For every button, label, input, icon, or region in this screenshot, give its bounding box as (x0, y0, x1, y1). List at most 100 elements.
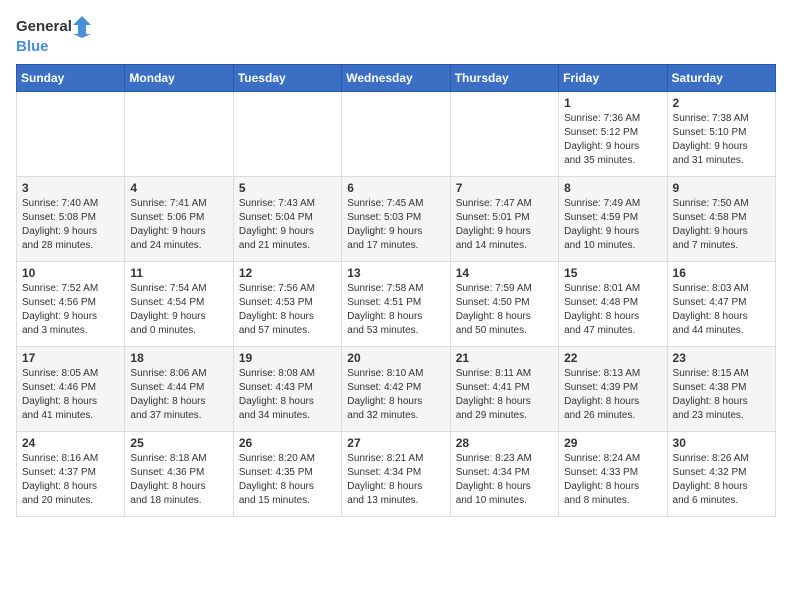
weekday-header-row: SundayMondayTuesdayWednesdayThursdayFrid… (17, 64, 776, 91)
day-number: 9 (673, 181, 770, 195)
day-info: Sunrise: 7:38 AM Sunset: 5:10 PM Dayligh… (673, 112, 770, 168)
day-number: 19 (239, 351, 336, 365)
week-row-2: 3 Sunrise: 7:40 AM Sunset: 5:08 PM Daylig… (17, 176, 776, 261)
calendar-cell (450, 91, 558, 176)
day-number: 2 (673, 96, 770, 110)
day-number: 26 (239, 436, 336, 450)
weekday-header-friday: Friday (559, 64, 667, 91)
day-number: 7 (456, 181, 553, 195)
calendar-cell: 26 Sunrise: 8:20 AM Sunset: 4:35 PM Dayli… (233, 431, 341, 516)
day-info: Sunrise: 8:20 AM Sunset: 4:35 PM Dayligh… (239, 452, 336, 508)
day-info: Sunrise: 8:16 AM Sunset: 4:37 PM Dayligh… (22, 452, 119, 508)
calendar-cell: 28 Sunrise: 8:23 AM Sunset: 4:34 PM Dayli… (450, 431, 558, 516)
day-number: 4 (130, 181, 227, 195)
day-info: Sunrise: 7:47 AM Sunset: 5:01 PM Dayligh… (456, 197, 553, 253)
logo-arrow-icon (73, 16, 91, 38)
calendar-table: SundayMondayTuesdayWednesdayThursdayFrid… (16, 64, 776, 517)
calendar-cell: 18 Sunrise: 8:06 AM Sunset: 4:44 PM Dayli… (125, 346, 233, 431)
calendar-cell: 24 Sunrise: 8:16 AM Sunset: 4:37 PM Dayli… (17, 431, 125, 516)
header: General Blue (16, 16, 776, 56)
day-number: 22 (564, 351, 661, 365)
calendar-cell: 15 Sunrise: 8:01 AM Sunset: 4:48 PM Dayli… (559, 261, 667, 346)
day-info: Sunrise: 7:40 AM Sunset: 5:08 PM Dayligh… (22, 197, 119, 253)
day-info: Sunrise: 7:56 AM Sunset: 4:53 PM Dayligh… (239, 282, 336, 338)
day-number: 21 (456, 351, 553, 365)
logo: General Blue (16, 16, 91, 56)
calendar-cell: 27 Sunrise: 8:21 AM Sunset: 4:34 PM Dayli… (342, 431, 450, 516)
day-number: 17 (22, 351, 119, 365)
week-row-3: 10Sunrise: 7:52 AM Sunset: 4:56 PM Dayli… (17, 261, 776, 346)
calendar-cell: 9 Sunrise: 7:50 AM Sunset: 4:58 PM Daylig… (667, 176, 775, 261)
calendar-cell: 13 Sunrise: 7:58 AM Sunset: 4:51 PM Dayli… (342, 261, 450, 346)
calendar-cell: 22Sunrise: 8:13 AM Sunset: 4:39 PM Dayli… (559, 346, 667, 431)
day-number: 1 (564, 96, 661, 110)
day-info: Sunrise: 8:21 AM Sunset: 4:34 PM Dayligh… (347, 452, 444, 508)
day-number: 6 (347, 181, 444, 195)
day-info: Sunrise: 8:03 AM Sunset: 4:47 PM Dayligh… (673, 282, 770, 338)
calendar-cell: 29 Sunrise: 8:24 AM Sunset: 4:33 PM Dayli… (559, 431, 667, 516)
day-info: Sunrise: 8:15 AM Sunset: 4:38 PM Dayligh… (673, 367, 770, 423)
calendar-cell: 16 Sunrise: 8:03 AM Sunset: 4:47 PM Dayli… (667, 261, 775, 346)
day-number: 29 (564, 436, 661, 450)
day-info: Sunrise: 8:26 AM Sunset: 4:32 PM Dayligh… (673, 452, 770, 508)
day-info: Sunrise: 7:49 AM Sunset: 4:59 PM Dayligh… (564, 197, 661, 253)
calendar-cell: 14 Sunrise: 7:59 AM Sunset: 4:50 PM Dayli… (450, 261, 558, 346)
day-number: 14 (456, 266, 553, 280)
weekday-header-tuesday: Tuesday (233, 64, 341, 91)
calendar-cell: 20Sunrise: 8:10 AM Sunset: 4:42 PM Dayli… (342, 346, 450, 431)
day-number: 12 (239, 266, 336, 280)
calendar-cell (125, 91, 233, 176)
calendar-cell (17, 91, 125, 176)
day-info: Sunrise: 8:23 AM Sunset: 4:34 PM Dayligh… (456, 452, 553, 508)
weekday-header-monday: Monday (125, 64, 233, 91)
calendar-cell: 1Sunrise: 7:36 AM Sunset: 5:12 PM Daylig… (559, 91, 667, 176)
calendar-cell: 6 Sunrise: 7:45 AM Sunset: 5:03 PM Daylig… (342, 176, 450, 261)
day-number: 10 (22, 266, 119, 280)
day-info: Sunrise: 7:50 AM Sunset: 4:58 PM Dayligh… (673, 197, 770, 253)
day-info: Sunrise: 7:45 AM Sunset: 5:03 PM Dayligh… (347, 197, 444, 253)
day-number: 28 (456, 436, 553, 450)
calendar-cell: 7 Sunrise: 7:47 AM Sunset: 5:01 PM Daylig… (450, 176, 558, 261)
day-number: 16 (673, 266, 770, 280)
day-number: 3 (22, 181, 119, 195)
day-info: Sunrise: 8:10 AM Sunset: 4:42 PM Dayligh… (347, 367, 444, 423)
calendar-cell: 3 Sunrise: 7:40 AM Sunset: 5:08 PM Daylig… (17, 176, 125, 261)
calendar-cell: 21Sunrise: 8:11 AM Sunset: 4:41 PM Dayli… (450, 346, 558, 431)
calendar-cell: 4 Sunrise: 7:41 AM Sunset: 5:06 PM Daylig… (125, 176, 233, 261)
calendar-cell: 30 Sunrise: 8:26 AM Sunset: 4:32 PM Dayli… (667, 431, 775, 516)
day-info: Sunrise: 7:43 AM Sunset: 5:04 PM Dayligh… (239, 197, 336, 253)
calendar-cell: 5 Sunrise: 7:43 AM Sunset: 5:04 PM Daylig… (233, 176, 341, 261)
day-info: Sunrise: 7:59 AM Sunset: 4:50 PM Dayligh… (456, 282, 553, 338)
calendar-cell: 2 Sunrise: 7:38 AM Sunset: 5:10 PM Daylig… (667, 91, 775, 176)
day-info: Sunrise: 7:41 AM Sunset: 5:06 PM Dayligh… (130, 197, 227, 253)
day-number: 8 (564, 181, 661, 195)
day-number: 24 (22, 436, 119, 450)
week-row-5: 24 Sunrise: 8:16 AM Sunset: 4:37 PM Dayli… (17, 431, 776, 516)
weekday-header-wednesday: Wednesday (342, 64, 450, 91)
day-number: 11 (130, 266, 227, 280)
day-info: Sunrise: 7:54 AM Sunset: 4:54 PM Dayligh… (130, 282, 227, 338)
day-info: Sunrise: 8:01 AM Sunset: 4:48 PM Dayligh… (564, 282, 661, 338)
day-number: 25 (130, 436, 227, 450)
week-row-1: 1Sunrise: 7:36 AM Sunset: 5:12 PM Daylig… (17, 91, 776, 176)
day-info: Sunrise: 8:08 AM Sunset: 4:43 PM Dayligh… (239, 367, 336, 423)
weekday-header-saturday: Saturday (667, 64, 775, 91)
day-number: 5 (239, 181, 336, 195)
weekday-header-sunday: Sunday (17, 64, 125, 91)
day-number: 30 (673, 436, 770, 450)
day-number: 13 (347, 266, 444, 280)
calendar-cell: 10Sunrise: 7:52 AM Sunset: 4:56 PM Dayli… (17, 261, 125, 346)
day-number: 27 (347, 436, 444, 450)
calendar-cell: 19 Sunrise: 8:08 AM Sunset: 4:43 PM Dayli… (233, 346, 341, 431)
calendar-cell: 11 Sunrise: 7:54 AM Sunset: 4:54 PM Dayli… (125, 261, 233, 346)
day-info: Sunrise: 7:58 AM Sunset: 4:51 PM Dayligh… (347, 282, 444, 338)
calendar-cell (342, 91, 450, 176)
day-number: 15 (564, 266, 661, 280)
day-info: Sunrise: 8:05 AM Sunset: 4:46 PM Dayligh… (22, 367, 119, 423)
weekday-header-thursday: Thursday (450, 64, 558, 91)
day-number: 18 (130, 351, 227, 365)
day-info: Sunrise: 8:06 AM Sunset: 4:44 PM Dayligh… (130, 367, 227, 423)
calendar-cell (233, 91, 341, 176)
calendar-cell: 25Sunrise: 8:18 AM Sunset: 4:36 PM Dayli… (125, 431, 233, 516)
day-info: Sunrise: 8:24 AM Sunset: 4:33 PM Dayligh… (564, 452, 661, 508)
